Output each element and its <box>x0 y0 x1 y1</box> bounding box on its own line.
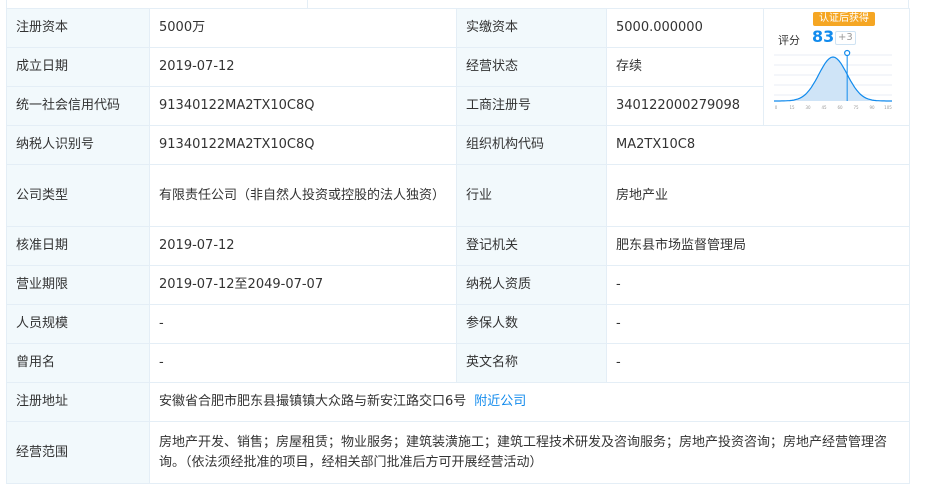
english-name-value: - <box>606 343 910 383</box>
score-label: 评分 <box>778 34 800 47</box>
table-row: 公司类型 有限责任公司（非自然人投资或控股的法人独资） 行业 房地产业 <box>6 164 910 227</box>
table-row: 人员规模 - 参保人数 - <box>6 304 910 344</box>
biz-reg-no-label: 工商注册号 <box>456 86 607 126</box>
score-distribution-chart: 0 15 30 45 60 75 90 105 <box>774 49 892 110</box>
paid-capital-label: 实缴资本 <box>456 8 607 48</box>
authority-label: 登记机关 <box>456 226 607 266</box>
tax-id-value: 91340122MA2TX10C8Q <box>149 125 457 165</box>
address-value: 安徽省合肥市肥东县撮镇镇大众路与新安江路交口6号 <box>159 394 467 409</box>
taxpayer-qual-value: - <box>606 265 910 305</box>
score-axis-tick: 60 <box>837 105 843 110</box>
term-label: 营业期限 <box>6 265 150 305</box>
former-name-value: - <box>149 343 457 383</box>
scope-label: 经营范围 <box>6 421 150 484</box>
table-row: 核准日期 2019-07-12 登记机关 肥东县市场监督管理局 <box>6 226 910 266</box>
score-axis-tick: 0 <box>775 105 778 110</box>
address-cell: 安徽省合肥市肥东县撮镇镇大众路与新安江路交口6号 附近公司 <box>149 382 910 422</box>
company-info-panel: 注册资本 5000万 实缴资本 5000.000000 认证后获得 评分 83 … <box>0 0 910 501</box>
score-axis-tick: 75 <box>853 105 859 110</box>
paid-capital-value: 5000.000000 <box>606 8 764 48</box>
founded-value: 2019-07-12 <box>149 47 457 87</box>
score-delta-badge: +3 <box>835 31 856 45</box>
reg-capital-value: 5000万 <box>149 8 457 48</box>
status-value: 存续 <box>606 47 764 87</box>
score-marker-pin <box>844 49 851 57</box>
credit-code-value: 91340122MA2TX10C8Q <box>149 86 457 126</box>
former-name-label: 曾用名 <box>6 343 150 383</box>
insured-value: - <box>606 304 910 344</box>
score-axis-tick: 45 <box>821 105 827 110</box>
table-row: 注册地址 安徽省合肥市肥东县撮镇镇大众路与新安江路交口6号 附近公司 <box>6 382 910 422</box>
insured-label: 参保人数 <box>456 304 607 344</box>
company-type-value: 有限责任公司（非自然人投资或控股的法人独资） <box>149 164 457 227</box>
table-top-edge <box>6 0 909 8</box>
score-axis-tick: 105 <box>884 105 892 110</box>
table-row: 营业期限 2019-07-12至2049-07-07 纳税人资质 - <box>6 265 910 305</box>
score-axis-tick: 90 <box>869 105 875 110</box>
biz-reg-no-value: 340122000279098 <box>606 86 764 126</box>
certify-tag[interactable]: 认证后获得 <box>813 12 875 26</box>
credit-code-label: 统一社会信用代码 <box>6 86 150 126</box>
company-info-table: 注册资本 5000万 实缴资本 5000.000000 认证后获得 评分 83 … <box>6 8 910 484</box>
reg-capital-label: 注册资本 <box>6 8 150 48</box>
industry-value: 房地产业 <box>606 164 910 227</box>
scope-value: 房地产开发、销售；房屋租赁；物业服务；建筑装潢施工；建筑工程技术研发及咨询服务；… <box>149 421 910 484</box>
table-row: 经营范围 房地产开发、销售；房屋租赁；物业服务；建筑装潢施工；建筑工程技术研发及… <box>6 421 910 484</box>
score-curve-area <box>774 57 892 101</box>
table-row: 纳税人识别号 91340122MA2TX10C8Q 组织机构代码 MA2TX10… <box>6 125 910 165</box>
taxpayer-qual-label: 纳税人资质 <box>456 265 607 305</box>
score-axis-tick: 15 <box>789 105 795 110</box>
org-code-value: MA2TX10C8 <box>606 125 910 165</box>
term-value: 2019-07-12至2049-07-07 <box>149 265 457 305</box>
nearby-companies-link[interactable]: 附近公司 <box>474 394 526 409</box>
founded-label: 成立日期 <box>6 47 150 87</box>
score-value: 83 <box>812 27 835 46</box>
staff-size-value: - <box>149 304 457 344</box>
org-code-label: 组织机构代码 <box>456 125 607 165</box>
staff-size-label: 人员规模 <box>6 304 150 344</box>
approval-date-label: 核准日期 <box>6 226 150 266</box>
industry-label: 行业 <box>456 164 607 227</box>
score-widget[interactable]: 认证后获得 评分 83 +3 0 15 30 45 60 75 90 105 <box>763 8 910 126</box>
company-type-label: 公司类型 <box>6 164 150 227</box>
table-row: 曾用名 - 英文名称 - <box>6 343 910 383</box>
table-row: 注册资本 5000万 实缴资本 5000.000000 认证后获得 评分 83 … <box>6 8 910 126</box>
score-axis-tick: 30 <box>805 105 811 110</box>
tax-id-label: 纳税人识别号 <box>6 125 150 165</box>
score-axis-ticks: 0 15 30 45 60 75 90 105 <box>775 105 892 110</box>
authority-value: 肥东县市场监督管理局 <box>606 226 910 266</box>
english-name-label: 英文名称 <box>456 343 607 383</box>
address-label: 注册地址 <box>6 382 150 422</box>
approval-date-value: 2019-07-12 <box>149 226 457 266</box>
status-label: 经营状态 <box>456 47 607 87</box>
